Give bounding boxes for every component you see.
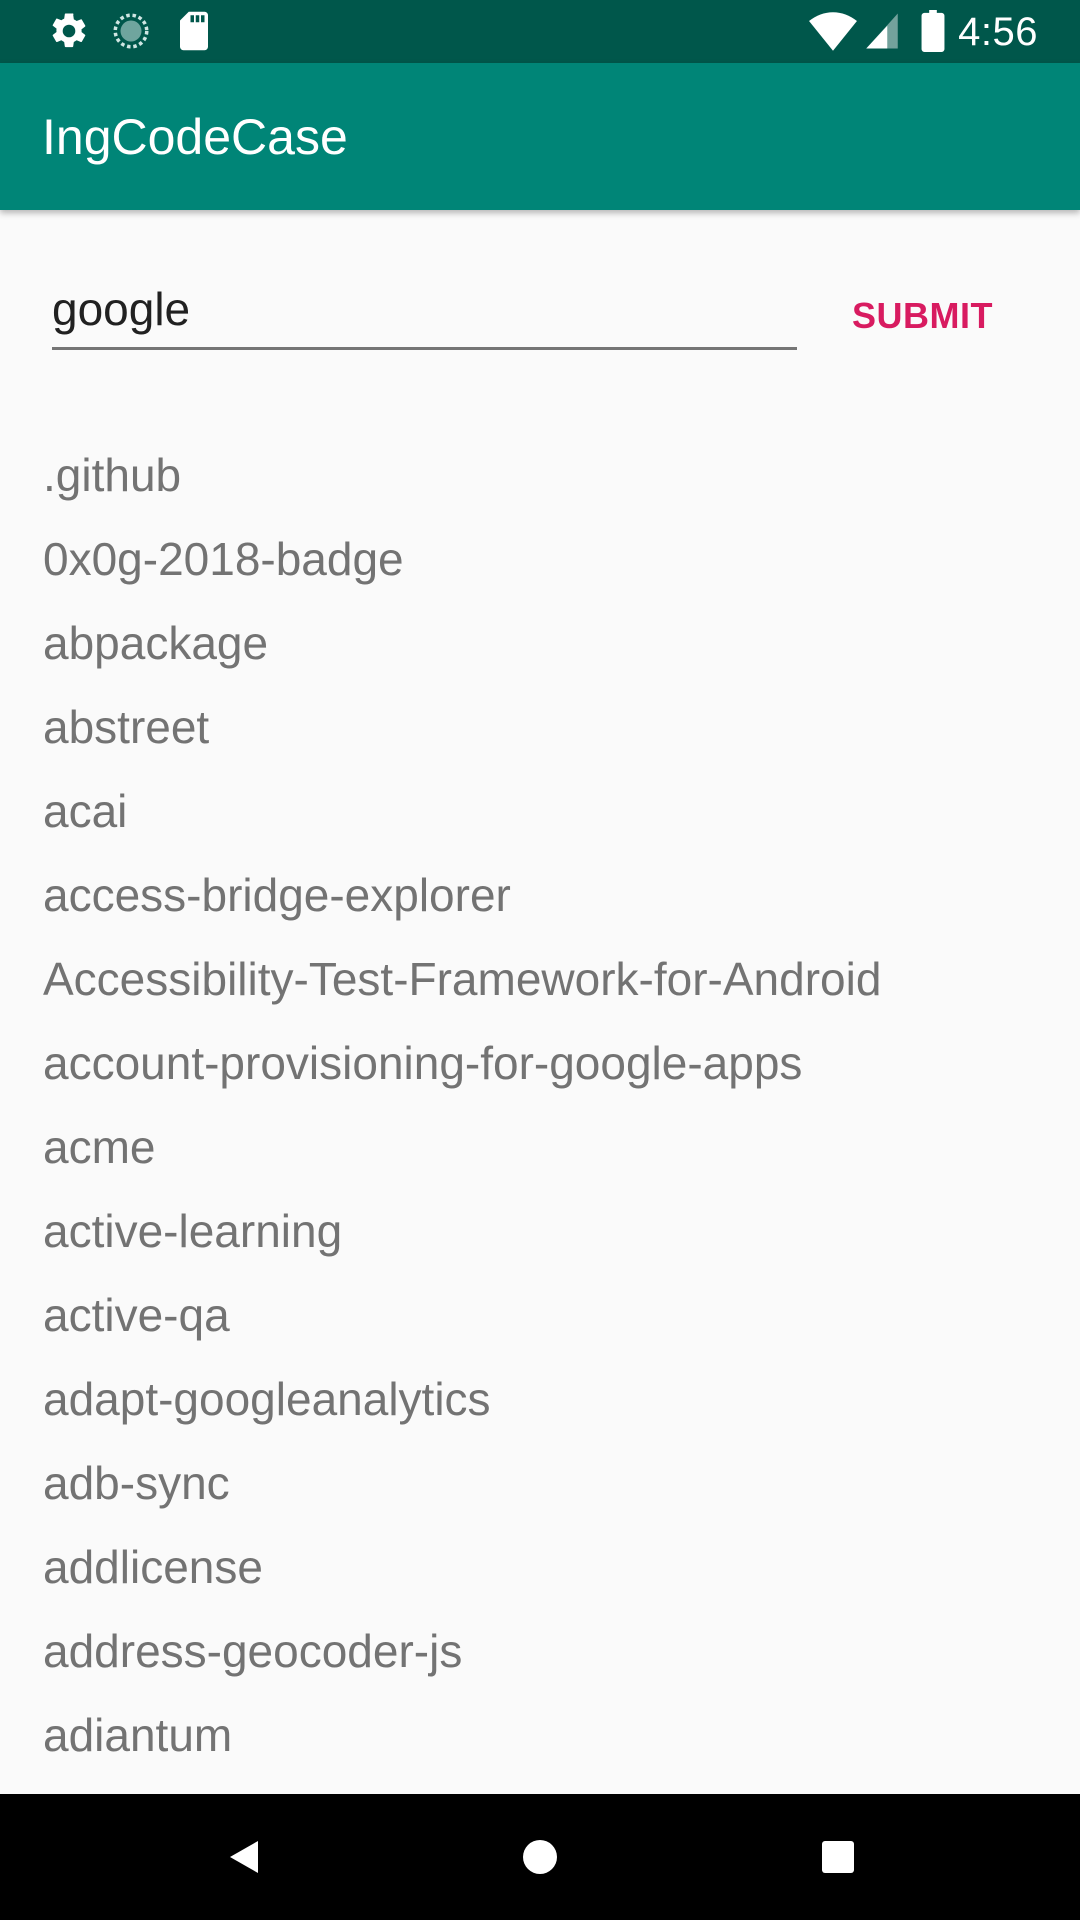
clock-time: 4:56	[958, 10, 1038, 54]
list-item[interactable]: .github	[0, 440, 1080, 524]
list-item[interactable]: addlicense	[0, 1532, 1080, 1616]
back-icon[interactable]	[212, 1827, 272, 1887]
list-item[interactable]: address-geocoder-js	[0, 1616, 1080, 1700]
repo-list[interactable]: .github 0x0g-2018-badge abpackage abstre…	[0, 440, 1080, 1784]
settings-icon	[52, 13, 86, 48]
sync-icon	[113, 13, 149, 49]
list-item[interactable]: active-learning	[0, 1196, 1080, 1280]
list-item[interactable]: account-provisioning-for-google-apps	[0, 1028, 1080, 1112]
list-item[interactable]: acme	[0, 1112, 1080, 1196]
app-title: IngCodeCase	[42, 109, 348, 165]
navigation-bar	[0, 1794, 1080, 1920]
list-item[interactable]: active-qa	[0, 1280, 1080, 1364]
list-item[interactable]: adb-sync	[0, 1448, 1080, 1532]
submit-button[interactable]: SUBMIT	[840, 280, 1005, 352]
list-item[interactable]: abpackage	[0, 608, 1080, 692]
list-item[interactable]: adapt-googleanalytics	[0, 1364, 1080, 1448]
home-icon[interactable]	[510, 1827, 570, 1887]
list-item[interactable]: access-bridge-explorer	[0, 860, 1080, 944]
status-bar: 4:56	[0, 0, 1080, 63]
battery-icon	[921, 10, 945, 52]
list-item[interactable]: Accessibility-Test-Framework-for-Android	[0, 944, 1080, 1028]
sd-card-icon	[180, 11, 208, 51]
list-item[interactable]: adiantum	[0, 1700, 1080, 1784]
search-input[interactable]	[52, 280, 797, 350]
list-item[interactable]: 0x0g-2018-badge	[0, 524, 1080, 608]
recents-icon[interactable]	[808, 1827, 868, 1887]
wifi-icon	[809, 12, 857, 51]
signal-icon	[866, 13, 898, 49]
list-item[interactable]: abstreet	[0, 692, 1080, 776]
app-bar: IngCodeCase	[0, 63, 1080, 210]
list-item[interactable]: acai	[0, 776, 1080, 860]
